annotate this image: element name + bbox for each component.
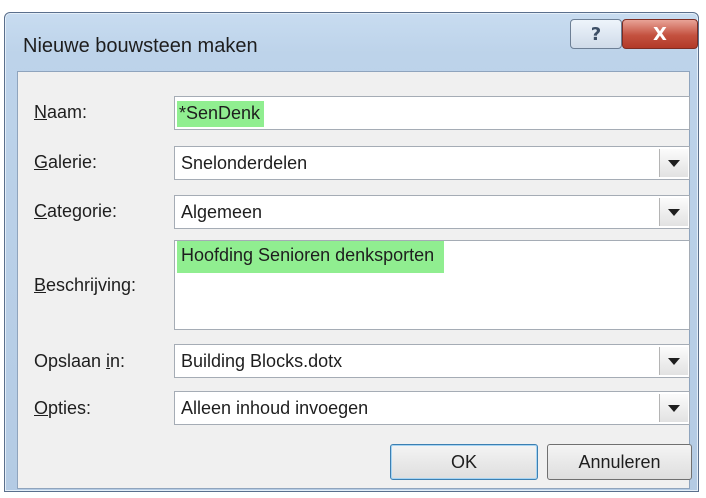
galerie-value: Snelonderdelen bbox=[181, 153, 308, 173]
beschrijving-label: Beschrijving: bbox=[34, 275, 137, 295]
ok-button[interactable]: OK bbox=[390, 444, 538, 480]
categorie-select[interactable]: Algemeen bbox=[174, 195, 690, 229]
help-button[interactable]: ? bbox=[570, 19, 622, 49]
help-icon: ? bbox=[590, 23, 602, 45]
close-button[interactable]: X bbox=[622, 19, 698, 49]
naam-label: Naam: bbox=[34, 102, 88, 122]
categorie-value: Algemeen bbox=[181, 202, 263, 222]
title-bar[interactable]: Nieuwe bouwsteen maken ? X bbox=[5, 13, 698, 69]
dialog-title: Nieuwe bouwsteen maken bbox=[23, 35, 258, 57]
chevron-down-icon[interactable] bbox=[659, 394, 688, 422]
beschrijving-textarea[interactable]: Hoofding Senioren denksporten bbox=[174, 240, 690, 330]
dialog-window: Nieuwe bouwsteen maken ? X Naam: *SenDen… bbox=[4, 12, 699, 492]
chevron-down-icon[interactable] bbox=[659, 198, 688, 226]
beschrijving-value: Hoofding Senioren denksporten bbox=[177, 241, 445, 273]
opties-select[interactable]: Alleen inhoud invoegen bbox=[174, 391, 690, 425]
dialog-body: Naam: *SenDenk Galerie: Snelonderdelen C… bbox=[17, 71, 692, 489]
cancel-button[interactable]: Annuleren bbox=[547, 444, 692, 480]
galerie-select[interactable]: Snelonderdelen bbox=[174, 146, 690, 180]
opslaan-label: Opslaan in: bbox=[34, 351, 126, 371]
chevron-down-icon[interactable] bbox=[659, 149, 688, 177]
opties-value: Alleen inhoud invoegen bbox=[181, 398, 369, 418]
galerie-label: Galerie: bbox=[34, 152, 98, 172]
chevron-down-icon[interactable] bbox=[659, 347, 688, 375]
opties-label: Opties: bbox=[34, 398, 92, 418]
categorie-label: Categorie: bbox=[34, 201, 118, 221]
opslaan-select[interactable]: Building Blocks.dotx bbox=[174, 344, 690, 378]
close-icon: X bbox=[653, 23, 667, 45]
naam-value: *SenDenk bbox=[177, 101, 265, 127]
opslaan-value: Building Blocks.dotx bbox=[181, 351, 343, 371]
naam-input[interactable]: *SenDenk bbox=[174, 96, 690, 130]
